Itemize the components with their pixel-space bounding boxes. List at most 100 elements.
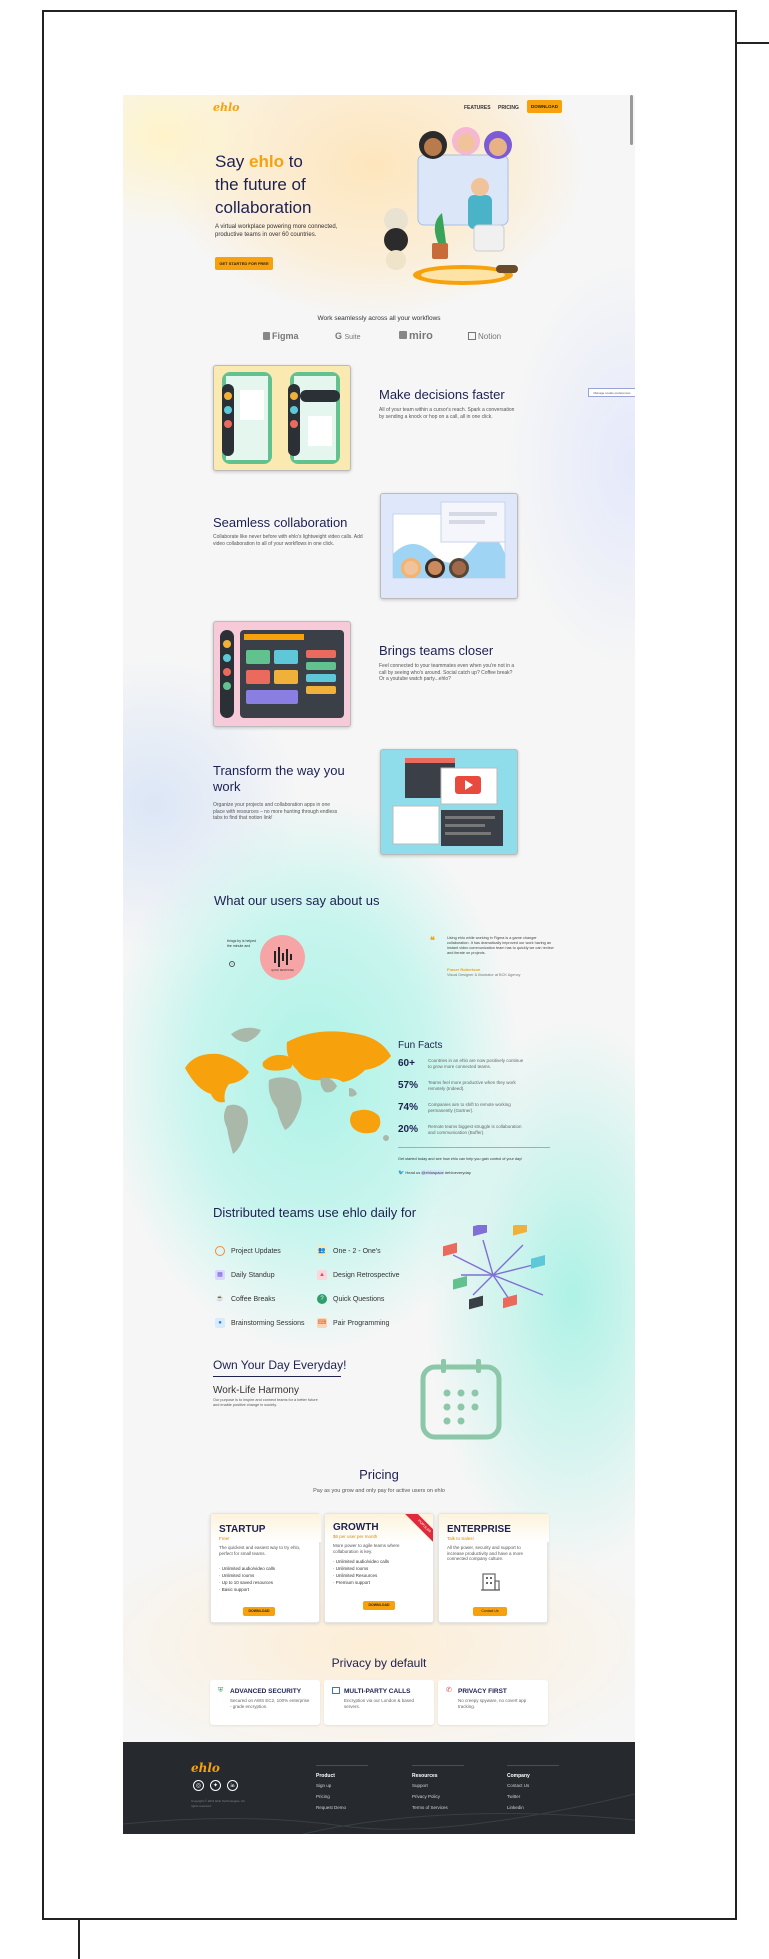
own-day-text: Our purpose is to inspire and connect te…: [213, 1398, 318, 1407]
testimonial-avatar: QUICK RESPONSE: [260, 935, 305, 980]
feature-image-collaboration: [380, 493, 518, 599]
testimonial-left-snippet: things by is helped the minute and: [227, 939, 256, 948]
use-case-item: ▲ Design Retrospective: [317, 1270, 400, 1280]
hero-cta-button[interactable]: GET STARTED FOR FREE: [215, 257, 273, 270]
plan-description: All the power, security and support to i…: [447, 1545, 524, 1561]
twitter-hashtag-link[interactable]: #ehloeveryday: [445, 1170, 471, 1175]
project-updates-icon: [215, 1246, 225, 1256]
footer-rule: [412, 1765, 464, 1766]
pricing-card-enterprise: ENTERPRISE Talk to Sales! All the power,…: [438, 1513, 549, 1623]
fun-facts-heading: Fun Facts: [398, 1040, 443, 1051]
plan-feature: · Premium support: [333, 1580, 371, 1585]
footer-link[interactable]: Support: [412, 1780, 448, 1791]
fact-text: Remote teams biggest struggle is collabo…: [428, 1124, 522, 1135]
feature-image-teams: [213, 621, 351, 727]
fact-number: 60+: [398, 1058, 415, 1069]
fact-text: Teams feel more productive when they wor…: [428, 1080, 516, 1091]
footer-link[interactable]: Sign up: [316, 1780, 346, 1791]
landing-page: ehlo FEATURES PRICING DOWNLOAD Say ehlo …: [123, 95, 635, 1834]
hero-illustration: [384, 127, 518, 285]
privacy-card-text: Encryption via our London & based server…: [344, 1698, 415, 1709]
instagram-icon[interactable]: ◎: [193, 1780, 204, 1791]
figma-icon: [263, 332, 270, 340]
hero-title-block: Say ehlo to the future of collaboration: [215, 150, 375, 219]
testimonials-heading: What our users say about us: [214, 893, 380, 908]
miro-icon: [399, 331, 407, 339]
use-cases-heading: Distributed teams use ehlo daily for: [213, 1205, 417, 1220]
plan-name: STARTUP: [219, 1524, 266, 1535]
footer-link[interactable]: Terms of Services: [412, 1802, 448, 1813]
pricing-subheading: Pay as you grow and only pay for active …: [313, 1488, 445, 1494]
privacy-card: MULTI-PARTY CALLS Encryption via our Lon…: [324, 1680, 434, 1725]
footer-link[interactable]: Twitter: [507, 1791, 529, 1802]
decor-line: [737, 42, 769, 44]
footer-rule: [507, 1765, 559, 1766]
footer-brand-logo[interactable]: ehlo: [191, 1761, 220, 1775]
plan-description: The quickest and easiest way to try ehlo…: [219, 1545, 301, 1556]
linkedin-icon[interactable]: in: [227, 1780, 238, 1791]
privacy-card-title: ADVANCED SECURITY: [230, 1688, 302, 1695]
twitter-handle-link[interactable]: @ehlospace: [421, 1170, 444, 1175]
use-case-item: Project Updates: [215, 1246, 281, 1256]
footer-link-list: Support Privacy Policy Terms of Services: [412, 1780, 448, 1813]
plan-feature: · Unlimited audio/video calls: [219, 1566, 276, 1571]
footer-link[interactable]: Pricing: [316, 1791, 346, 1802]
fact-number: 74%: [398, 1102, 419, 1113]
plan-price: Talk to Sales!: [447, 1536, 474, 1541]
pricing-card-growth: POPULAR GROWTH $6 per user per month Mor…: [324, 1513, 434, 1623]
calendar-icon: ▦: [215, 1270, 225, 1280]
scrollbar-thumb[interactable]: [630, 95, 633, 145]
use-case-item: ▦ Daily Standup: [215, 1270, 275, 1280]
privacy-card: ✆ PRIVACY FIRST No creepy spyware, no co…: [438, 1680, 548, 1725]
quote-icon: ❝: [430, 935, 435, 945]
plan-price: $6 per user per month: [333, 1534, 378, 1539]
use-case-item: ☕ Coffee Breaks: [216, 1295, 276, 1303]
feature-text-decisions: All of your team within a cursor's reach…: [379, 407, 515, 420]
use-case-item: ● Brainstorming Sessions: [215, 1318, 305, 1328]
divider: [213, 1376, 341, 1377]
footer-link[interactable]: Contact Us: [507, 1780, 529, 1791]
footer-link-list: Contact Us Twitter Linkedin: [507, 1780, 529, 1813]
fact-number: 20%: [398, 1124, 419, 1135]
fact-number: 57%: [398, 1080, 419, 1091]
feature-image-decisions: [213, 365, 351, 471]
twitter-icon[interactable]: ✦: [210, 1780, 221, 1791]
fun-facts-cta: Get started today and see how ehlo can h…: [398, 1157, 523, 1161]
calendar-icon: [420, 1359, 502, 1440]
startup-download-button[interactable]: DOWNLOAD: [243, 1607, 275, 1616]
footer-column-heading: Product: [316, 1773, 335, 1779]
privacy-card-title: PRIVACY FIRST: [458, 1688, 507, 1695]
plan-feature: · Unlimited rooms: [333, 1566, 369, 1571]
plan-feature-list: · Unlimited audio/video calls · Unlimite…: [333, 1558, 389, 1586]
hero-title-brand: ehlo: [249, 152, 284, 171]
cookie-preferences-tab[interactable]: Manage cookie preferences: [588, 388, 635, 397]
nav-features[interactable]: FEATURES: [464, 105, 491, 111]
logo-figma: Figma: [263, 331, 299, 341]
footer-link[interactable]: Privacy Policy: [412, 1791, 448, 1802]
divider: [398, 1147, 550, 1148]
feature-title-decisions: Make decisions faster: [379, 387, 505, 402]
testimonial-prev-icon[interactable]: ‹: [229, 961, 235, 967]
footer-link[interactable]: Request Demo: [316, 1802, 346, 1813]
plan-feature: · Unlimited rooms: [219, 1573, 255, 1578]
nav-pricing[interactable]: PRICING: [498, 105, 519, 111]
privacy-card: ⛨ ADVANCED SECURITY Secured on AWS EC2, …: [210, 1680, 320, 1725]
growth-download-button[interactable]: DOWNLOAD: [363, 1601, 395, 1610]
feature-title-transform: Transform the way you work: [213, 763, 345, 794]
feature-title-collaboration: Seamless collaboration: [213, 515, 348, 530]
plan-price: Free!: [219, 1536, 230, 1541]
nav-download-button[interactable]: DOWNLOAD: [527, 100, 562, 113]
pricing-heading: Pricing: [359, 1467, 399, 1482]
privacy-card-title: MULTI-PARTY CALLS: [344, 1688, 411, 1695]
enterprise-contact-button[interactable]: Contact Us: [473, 1607, 507, 1616]
phone-icon: ✆: [446, 1687, 452, 1694]
feature-title-teams: Brings teams closer: [379, 643, 494, 658]
building-icon: [481, 1573, 500, 1591]
footer-link[interactable]: Linkedin: [507, 1802, 529, 1813]
privacy-heading: Privacy by default: [331, 1656, 427, 1670]
lightbulb-icon: ●: [215, 1318, 225, 1328]
brand-logo[interactable]: ehlo: [213, 101, 240, 114]
coffee-icon: ☕: [216, 1296, 224, 1302]
hero-title: Say ehlo to the future of collaboration: [215, 152, 312, 217]
workflow-diagram: [443, 1225, 545, 1310]
